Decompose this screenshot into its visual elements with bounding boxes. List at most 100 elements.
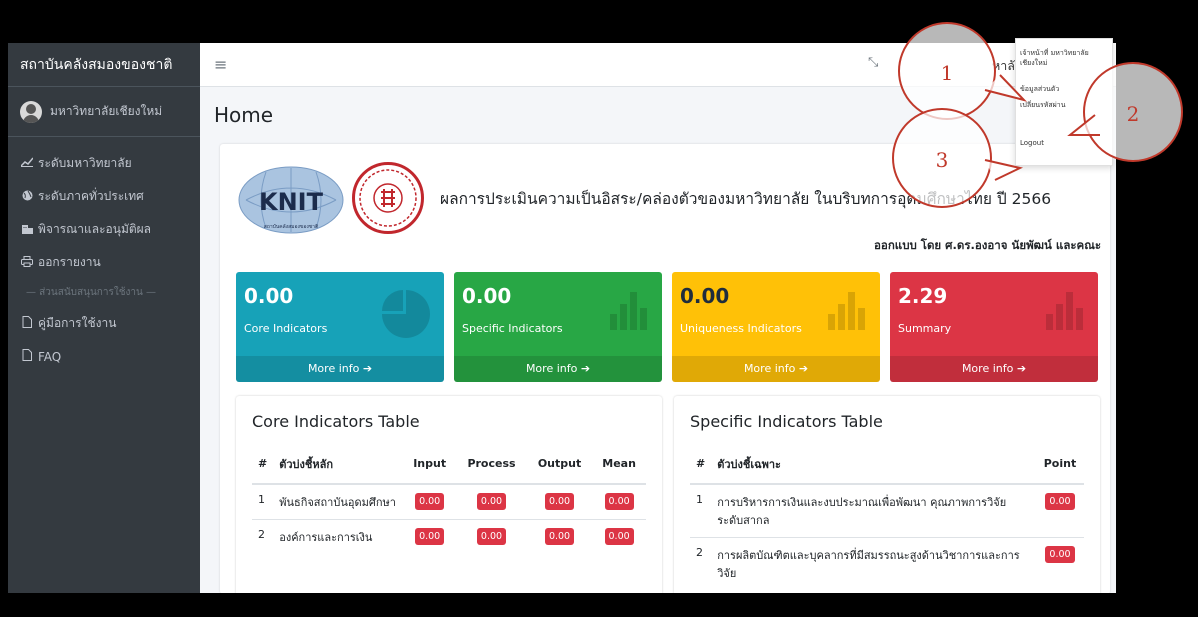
avatar xyxy=(20,100,42,123)
core-indicators-card: Core Indicators Table # ตัวบ่งชี้หลัก In… xyxy=(236,396,662,593)
indicator-name: การผลิตบัณฑิตและบุคลากรที่มีสมรรถนะสูงด้… xyxy=(711,537,1036,590)
pie-chart-icon xyxy=(382,290,430,342)
indicator-name: พันธกิจสถาบันอุดมศึกษา xyxy=(273,483,404,520)
table-header-row: # ตัวบ่งชี้เฉพาะ Point xyxy=(690,444,1084,485)
brand-link[interactable]: สถาบันคลังสมองของชาติ xyxy=(8,43,200,87)
sidebar-item-label: ระดับภาคทั่วประเทศ xyxy=(38,189,144,203)
sidebar-item-manual[interactable]: คู่มือการใช้งาน xyxy=(8,307,200,340)
page-title: Home xyxy=(214,103,274,127)
sidebar-item-report[interactable]: ออกรายงาน xyxy=(8,246,200,279)
annotation-callout-3: 3 xyxy=(892,108,992,208)
row-number: 2 xyxy=(252,519,274,554)
bar-chart-icon xyxy=(826,290,866,334)
score-badge: 0.00 xyxy=(476,493,507,510)
screenshot-frame: สถาบันคลังสมองของชาติ มหาวิทยาลัยเชียงให… xyxy=(0,0,1198,617)
stat-value: 2.29 xyxy=(898,284,948,308)
dropdown-item-role[interactable]: เจ้าหน้าที่ มหาวิทยาลัยเชียงใหม่ xyxy=(1016,45,1112,71)
score-badge: 0.00 xyxy=(604,493,634,510)
column-header: # xyxy=(252,444,274,485)
sidebar: สถาบันคลังสมองของชาติ มหาวิทยาลัยเชียงให… xyxy=(8,43,200,593)
nav-list: ระดับมหาวิทยาลัย ระดับภาคทั่วประเทศ พิจา… xyxy=(8,137,200,373)
column-header: Output xyxy=(526,444,593,485)
score-badge: 0.00 xyxy=(544,493,575,510)
row-number: 2 xyxy=(690,537,712,590)
author-credit: ออกแบบ โดย ศ.ดร.องอาจ นัยพัฒน์ และคณะ xyxy=(874,238,1102,252)
score-badge: 0.00 xyxy=(604,528,634,545)
stat-box-summary: 2.29 Summary More info ➔ xyxy=(890,272,1098,382)
core-indicators-table: # ตัวบ่งชี้หลัก Input Process Output Mea… xyxy=(252,444,646,554)
arrow-circle-right-icon: ➔ xyxy=(1016,362,1027,375)
sidebar-item-label: พิจารณาและอนุมัติผล xyxy=(38,222,152,236)
column-header: Input xyxy=(403,444,457,485)
building-check-icon xyxy=(20,223,34,237)
file-icon xyxy=(20,316,34,331)
stat-label: Uniqueness Indicators xyxy=(680,322,802,335)
stat-label: Core Indicators xyxy=(244,322,328,335)
bar-chart-icon xyxy=(1044,290,1084,334)
column-header: Mean xyxy=(592,444,646,485)
indicator-name: องค์การและการเงิน xyxy=(273,519,404,554)
nav-section-header: — ส่วนสนับสนุนการใช้งาน — xyxy=(26,287,157,298)
printer-icon xyxy=(20,255,34,270)
column-header: Point xyxy=(1036,444,1084,485)
row-number: 1 xyxy=(252,483,274,520)
row-number: 1 xyxy=(690,483,712,538)
brand-text: สถาบันคลังสมองของชาติ xyxy=(20,56,173,73)
stat-box-specific: 0.00 Specific Indicators More info ➔ xyxy=(454,272,662,382)
arrow-circle-right-icon: ➔ xyxy=(798,362,809,375)
score-badge: 0.00 xyxy=(415,528,445,545)
score-badge: 0.00 xyxy=(544,528,575,545)
bar-chart-icon xyxy=(608,290,648,334)
more-info-label: More info xyxy=(525,362,578,375)
sidebar-item-label: ออกรายงาน xyxy=(38,255,101,269)
hamburger-icon[interactable]: ≡ xyxy=(214,55,227,74)
score-badge: 0.00 xyxy=(1045,493,1075,510)
sidebar-item-approve[interactable]: พิจารณาและอนุมัติผล xyxy=(8,213,200,246)
score-badge: 0.00 xyxy=(415,493,445,510)
dashboard-card: KNIT สถาบันคลังสมองของชาติ ผลการประเมินค… xyxy=(220,144,1110,593)
annotation-callout-1: 1 xyxy=(898,22,996,120)
knit-logo: KNIT สถาบันคลังสมองของชาติ xyxy=(236,166,346,236)
annotation-callout-2: 2 xyxy=(1083,62,1183,162)
stat-value: 0.00 xyxy=(244,284,294,308)
score-badge: 0.00 xyxy=(476,528,507,545)
more-info-link[interactable]: More info ➔ xyxy=(454,356,662,382)
sidebar-item-label: ระดับมหาวิทยาลัย xyxy=(38,156,132,170)
more-info-label: More info xyxy=(743,362,796,375)
indicator-name: การบริหารการเงินและงบประมาณเพื่อพัฒนา คุ… xyxy=(711,483,1036,538)
more-info-link[interactable]: More info ➔ xyxy=(890,356,1098,382)
core-table-title: Core Indicators Table xyxy=(252,412,420,431)
sidebar-item-label: FAQ xyxy=(38,349,62,364)
score-badge: 0.00 xyxy=(1045,546,1075,563)
sidebar-item-nationwide[interactable]: ระดับภาคทั่วประเทศ xyxy=(8,180,200,213)
more-info-link[interactable]: More info ➔ xyxy=(672,356,880,382)
arrow-circle-right-icon: ➔ xyxy=(362,362,373,375)
table-row: 2 องค์การและการเงิน 0.00 0.00 0.00 0.00 xyxy=(252,519,646,554)
globe-icon xyxy=(20,190,34,204)
user-panel[interactable]: มหาวิทยาลัยเชียงใหม่ xyxy=(8,87,200,137)
file-icon xyxy=(20,349,34,364)
more-info-label: More info xyxy=(307,362,360,375)
specific-indicators-card: Specific Indicators Table # ตัวบ่งชี้เฉพ… xyxy=(674,396,1100,593)
specific-indicators-table: # ตัวบ่งชี้เฉพาะ Point 1 การบริหารการเงิ… xyxy=(690,444,1084,590)
stat-box-uniqueness: 0.00 Uniqueness Indicators More info ➔ xyxy=(672,272,880,382)
more-info-label: More info xyxy=(961,362,1014,375)
table-row: 1 การบริหารการเงินและงบประมาณเพื่อพัฒนา … xyxy=(690,483,1084,538)
svg-text:KNIT: KNIT xyxy=(259,188,324,216)
expand-icon[interactable]: ⤡ xyxy=(868,55,878,70)
column-header: Process xyxy=(456,444,527,485)
user-name: มหาวิทยาลัยเชียงใหม่ xyxy=(50,104,163,118)
specific-table-title: Specific Indicators Table xyxy=(690,412,883,431)
sidebar-item-label: คู่มือการใช้งาน xyxy=(38,316,117,330)
sidebar-item-faq[interactable]: FAQ xyxy=(8,340,200,373)
column-header: ตัวบ่งชี้หลัก xyxy=(273,444,404,485)
table-header-row: # ตัวบ่งชี้หลัก Input Process Output Mea… xyxy=(252,444,646,485)
sidebar-item-university[interactable]: ระดับมหาวิทยาลัย xyxy=(8,147,200,180)
table-row: 2 การผลิตบัณฑิตและบุคลากรที่มีสมรรถนะสูง… xyxy=(690,537,1084,590)
column-header: # xyxy=(690,444,712,485)
stat-box-core: 0.00 Core Indicators More info ➔ xyxy=(236,272,444,382)
column-header: ตัวบ่งชี้เฉพาะ xyxy=(711,444,1036,485)
svg-text:สถาบันคลังสมองของชาติ: สถาบันคลังสมองของชาติ xyxy=(264,223,318,230)
more-info-link[interactable]: More info ➔ xyxy=(236,356,444,382)
university-seal-logo xyxy=(352,162,424,234)
